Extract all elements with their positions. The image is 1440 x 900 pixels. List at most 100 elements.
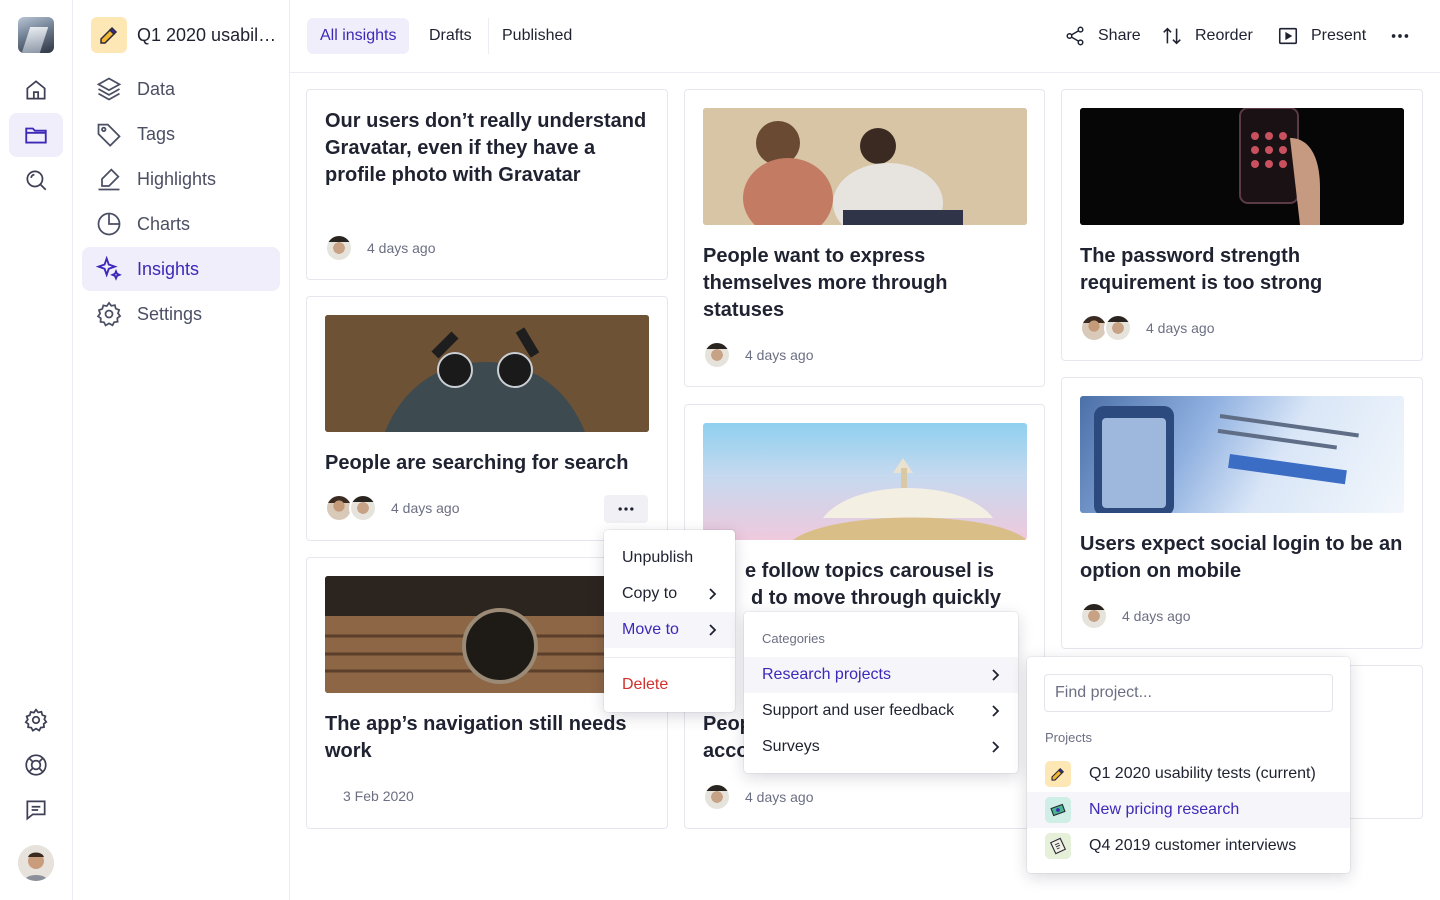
nav-item-label: Highlights <box>137 168 217 189</box>
insight-card[interactable]: Our users don’t really understand Gravat… <box>306 89 668 280</box>
insight-title: The app’s navigation still needs work <box>325 713 627 762</box>
chevron-right-icon <box>709 624 717 636</box>
money-project-icon <box>1045 797 1071 823</box>
delete-option[interactable]: Delete <box>604 667 735 703</box>
nav-item-insights[interactable]: Insights <box>82 247 280 291</box>
insight-card[interactable]: People want to express themselves more t… <box>684 89 1045 387</box>
notebook-project-icon <box>1045 833 1071 859</box>
insight-meta: 4 days ago <box>703 341 814 369</box>
help-lifebuoy-icon[interactable] <box>9 743 63 787</box>
nav-item-label: Settings <box>137 303 203 324</box>
share-icon <box>1066 26 1084 46</box>
project-option-label: New pricing research <box>1089 801 1240 818</box>
nav-item-settings[interactable]: Settings <box>82 292 280 336</box>
present-button[interactable]: Present <box>1277 24 1366 48</box>
social-login-image <box>1080 396 1404 513</box>
insight-card[interactable]: Users expect social login to be an optio… <box>1061 377 1423 649</box>
card-context-menu: Unpublish Copy to Move to Delete <box>604 530 735 712</box>
app-rail <box>0 0 73 900</box>
search-icon[interactable] <box>9 158 63 202</box>
more-options-button[interactable] <box>1389 24 1411 48</box>
ellipsis-icon <box>1391 34 1409 38</box>
share-label: Share <box>1098 27 1141 44</box>
category-label: Surveys <box>762 738 820 755</box>
home-icon[interactable] <box>9 68 63 112</box>
chevron-right-icon <box>992 741 1000 753</box>
couple-image <box>703 108 1027 225</box>
category-research-projects[interactable]: Research projects <box>744 657 1018 693</box>
insight-time: 4 days ago <box>745 789 814 805</box>
insight-time: 4 days ago <box>745 347 814 363</box>
binoculars-image <box>325 315 649 432</box>
sparkle-icon <box>95 255 122 281</box>
insight-time: 4 days ago <box>391 500 460 516</box>
project-header[interactable]: Q1 2020 usability tests <box>91 17 281 53</box>
category-support-feedback[interactable]: Support and user feedback <box>744 693 1018 729</box>
nav-item-charts[interactable]: Charts <box>82 202 280 246</box>
phone-image <box>1080 108 1404 225</box>
nav-item-data[interactable]: Data <box>82 67 280 111</box>
folder-icon[interactable] <box>9 113 63 157</box>
find-project-input[interactable] <box>1044 674 1333 712</box>
project-option-label: Q4 2019 customer interviews <box>1089 837 1297 854</box>
categories-submenu: Categories Research projects Support and… <box>744 612 1018 773</box>
author-avatar <box>1104 314 1132 342</box>
author-avatar <box>325 234 353 262</box>
project-option-pricing[interactable]: New pricing research <box>1027 792 1350 828</box>
projects-submenu: Projects Q1 2020 usability tests (curren… <box>1027 657 1350 873</box>
insight-time: 3 Feb 2020 <box>343 788 414 804</box>
nav-item-label: Insights <box>137 258 200 279</box>
tab-published[interactable]: Published <box>489 18 585 54</box>
category-surveys[interactable]: Surveys <box>744 729 1018 765</box>
nav-item-label: Charts <box>137 213 191 234</box>
card-more-button[interactable] <box>604 495 648 523</box>
categories-heading: Categories <box>762 631 825 646</box>
insight-time: 4 days ago <box>1146 320 1215 336</box>
insight-meta: 3 Feb 2020 <box>343 788 414 804</box>
workspace-logo[interactable] <box>18 17 54 53</box>
gear-icon <box>96 301 122 327</box>
tab-all-insights[interactable]: All insights <box>307 18 410 54</box>
insight-title: Users expect social login to be an optio… <box>1080 533 1403 582</box>
insight-title: The password strength requirement is too… <box>1080 245 1323 294</box>
insight-card[interactable]: The password strength requirement is too… <box>1061 89 1423 361</box>
projects-heading: Projects <box>1045 730 1092 745</box>
pie-chart-icon <box>97 212 121 236</box>
nav-item-highlights[interactable]: Highlights <box>82 157 280 201</box>
user-avatar[interactable] <box>18 845 54 881</box>
pencil-project-icon <box>91 17 127 53</box>
move-to-label: Move to <box>622 621 679 638</box>
insight-title: People want to express themselves more t… <box>703 245 948 321</box>
move-to-option[interactable]: Move to <box>604 612 735 648</box>
insight-meta: 4 days ago <box>1080 314 1215 342</box>
insight-title-line2: d to move through quickly <box>751 587 1002 609</box>
project-option-label: Q1 2020 usability tests (current) <box>1089 765 1316 782</box>
reorder-icon <box>1163 27 1181 45</box>
chevron-right-icon <box>992 705 1000 717</box>
settings-icon[interactable] <box>9 698 63 742</box>
ellipsis-icon <box>618 507 634 511</box>
insight-meta: 4 days ago <box>703 783 814 811</box>
nav-item-tags[interactable]: Tags <box>82 112 280 156</box>
present-label: Present <box>1311 27 1367 44</box>
reorder-button[interactable]: Reorder <box>1161 24 1253 48</box>
project-nav: Q1 2020 usability tests Data Tags Highli… <box>73 0 290 900</box>
insight-meta: 4 days ago <box>325 234 436 262</box>
present-icon <box>1278 27 1298 45</box>
project-option-q4[interactable]: Q4 2019 customer interviews <box>1027 828 1350 864</box>
author-avatar <box>1080 602 1108 630</box>
pencil-project-icon <box>1045 761 1071 787</box>
insight-meta: 4 days ago <box>1080 602 1191 630</box>
feedback-icon[interactable] <box>9 788 63 832</box>
menu-divider <box>604 657 735 658</box>
author-avatar <box>703 341 731 369</box>
reorder-label: Reorder <box>1195 27 1253 44</box>
project-option-current[interactable]: Q1 2020 usability tests (current) <box>1027 756 1350 792</box>
insight-time: 4 days ago <box>1122 608 1191 624</box>
tab-drafts[interactable]: Drafts <box>416 18 485 54</box>
highlighter-icon <box>98 168 120 191</box>
copy-to-option[interactable]: Copy to <box>604 576 735 612</box>
insight-card[interactable]: People are searching for search 4 days a… <box>306 296 668 541</box>
share-button[interactable]: Share <box>1064 24 1141 48</box>
unpublish-option[interactable]: Unpublish <box>604 540 735 576</box>
